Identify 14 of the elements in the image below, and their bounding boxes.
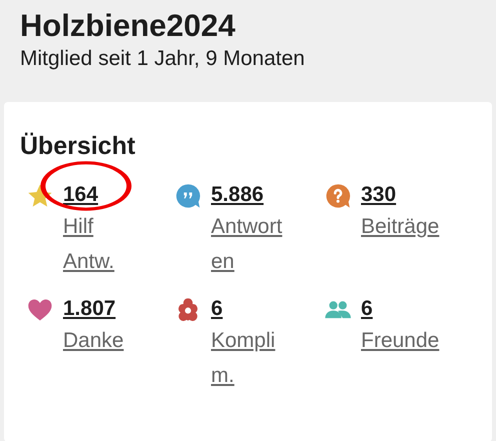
member-since: Mitglied seit 1 Jahr, 9 Monaten: [20, 46, 306, 72]
section-title: Übersicht: [20, 132, 136, 161]
stat-label-link[interactable]: Beiträge: [361, 209, 441, 244]
stat-label-link[interactable]: Freunde: [361, 323, 441, 358]
stat-label-link[interactable]: Komplim.: [211, 323, 291, 393]
stat-count-link[interactable]: 6: [361, 295, 373, 323]
stat-count-link[interactable]: 5.886: [211, 181, 264, 209]
stat-label-link[interactable]: Hilf Antw.: [63, 209, 143, 279]
stat-count-link[interactable]: 330: [361, 181, 396, 209]
username: Holzbiene2024: [20, 7, 236, 45]
stat-label-link[interactable]: Danke: [63, 323, 143, 358]
stat-label-link[interactable]: Antworten: [211, 209, 291, 279]
stat-count-link[interactable]: 1.807: [63, 295, 116, 323]
stat-count-link[interactable]: 6: [211, 295, 223, 323]
